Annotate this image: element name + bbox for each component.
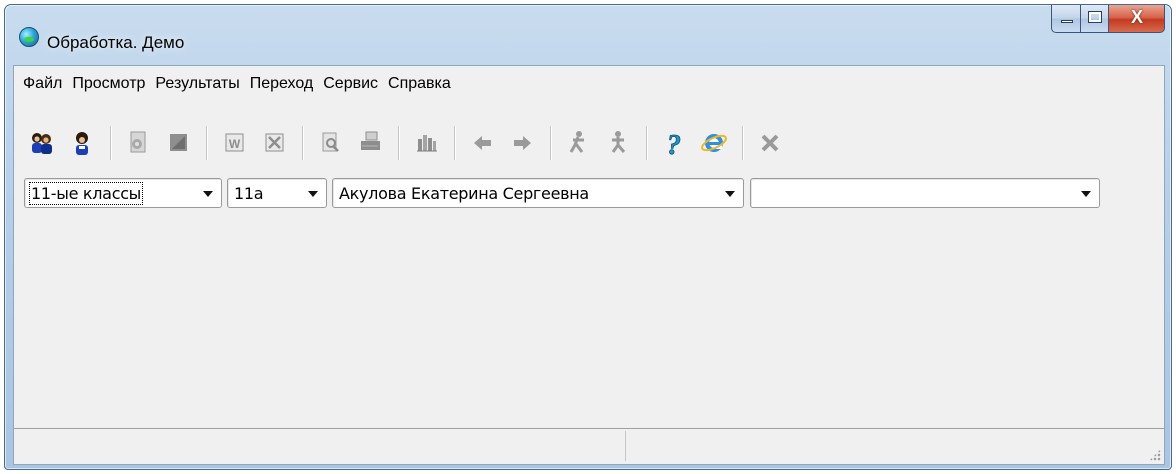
help-glyph: ?: [667, 130, 681, 160]
edit-box-button[interactable]: [162, 126, 194, 160]
person-walk-button[interactable]: [562, 126, 594, 160]
svg-text:W: W: [229, 137, 241, 151]
excel-export-button[interactable]: [258, 126, 290, 160]
toolbar-separator: [646, 126, 648, 160]
person-walk-alt-icon: [611, 131, 626, 153]
toolbar-separator: [454, 126, 456, 160]
toolbar-separator: [550, 126, 552, 160]
caption-buttons: X: [1051, 5, 1165, 33]
class-group-select[interactable]: 11-ые классы: [24, 178, 222, 208]
title-bar[interactable]: Обработка. Демо X: [5, 5, 1171, 61]
extra-select[interactable]: [750, 178, 1100, 208]
document-gear-icon: [130, 131, 146, 153]
chart-button[interactable]: [410, 126, 442, 160]
chart-icon: [417, 135, 437, 152]
excel-export-icon: [265, 133, 284, 152]
edit-box-icon: [170, 134, 187, 151]
class-select[interactable]: 11а: [227, 178, 327, 208]
word-export-button[interactable]: W: [218, 126, 250, 160]
chevron-down-icon: [725, 191, 735, 197]
toolbar-separator: [398, 126, 400, 160]
group-users-button[interactable]: [26, 126, 58, 160]
single-user-button[interactable]: [66, 126, 98, 160]
status-pane-right: [626, 431, 1162, 461]
menu-view[interactable]: Просмотр: [68, 71, 149, 93]
maximize-icon: [1088, 11, 1102, 23]
help-icon: ?: [667, 130, 682, 162]
minimize-button[interactable]: [1051, 5, 1081, 33]
help-button[interactable]: ?: [658, 126, 690, 162]
filter-bar: 11-ые классы 11а Акулова Екатерина Серге…: [14, 178, 1164, 208]
close-icon: [761, 134, 779, 152]
toolbar-separator: [302, 126, 304, 160]
internet-explorer-button[interactable]: [698, 126, 730, 160]
class-group-value: 11-ые классы: [28, 182, 144, 205]
forward-button[interactable]: [506, 126, 538, 160]
print-preview-button[interactable]: [314, 126, 346, 160]
arrow-right-icon: [514, 136, 531, 150]
menu-results[interactable]: Результаты: [151, 71, 243, 93]
person-walk-alt-button[interactable]: [602, 126, 634, 160]
menu-file[interactable]: Файл: [19, 71, 66, 93]
internet-explorer-icon: [701, 134, 727, 152]
student-value: Акулова Екатерина Сергеевна: [339, 184, 589, 203]
client-area: Файл Просмотр Результаты Переход Сервис …: [13, 65, 1165, 465]
main-window: Обработка. Демо X Файл Просмотр Результа…: [4, 4, 1172, 470]
globe-icon: [19, 27, 39, 47]
printer-icon: [361, 131, 380, 150]
minimize-icon: [1061, 20, 1073, 23]
person-walk-icon: [569, 131, 584, 153]
close-icon: X: [1130, 7, 1143, 27]
group-users-icon: [32, 133, 52, 154]
toolbar: W ?: [14, 126, 1164, 166]
chevron-down-icon: [1081, 191, 1091, 197]
class-value: 11а: [234, 184, 264, 203]
status-pane-left: [14, 431, 626, 461]
document-gear-button[interactable]: [122, 126, 154, 160]
single-user-icon: [76, 132, 88, 155]
back-button[interactable]: [466, 126, 498, 160]
menu-service[interactable]: Сервис: [319, 71, 382, 93]
close-button[interactable]: X: [1109, 5, 1165, 33]
chevron-down-icon: [308, 191, 318, 197]
toolbar-separator: [110, 126, 112, 160]
chevron-down-icon: [203, 191, 213, 197]
word-export-icon: W: [225, 133, 244, 152]
toolbar-separator: [742, 126, 744, 160]
close-document-button[interactable]: [754, 126, 786, 160]
maximize-button[interactable]: [1081, 5, 1109, 33]
print-preview-icon: [322, 132, 339, 152]
student-select[interactable]: Акулова Екатерина Сергеевна: [332, 178, 744, 208]
menu-navigate[interactable]: Переход: [246, 71, 318, 93]
printer-button[interactable]: [354, 126, 386, 160]
menu-help[interactable]: Справка: [384, 71, 455, 93]
status-bar: [14, 428, 1164, 464]
menu-bar: Файл Просмотр Результаты Переход Сервис …: [14, 66, 1164, 98]
window-title: Обработка. Демо: [47, 33, 185, 52]
toolbar-separator: [206, 126, 208, 160]
arrow-left-icon: [474, 136, 491, 150]
